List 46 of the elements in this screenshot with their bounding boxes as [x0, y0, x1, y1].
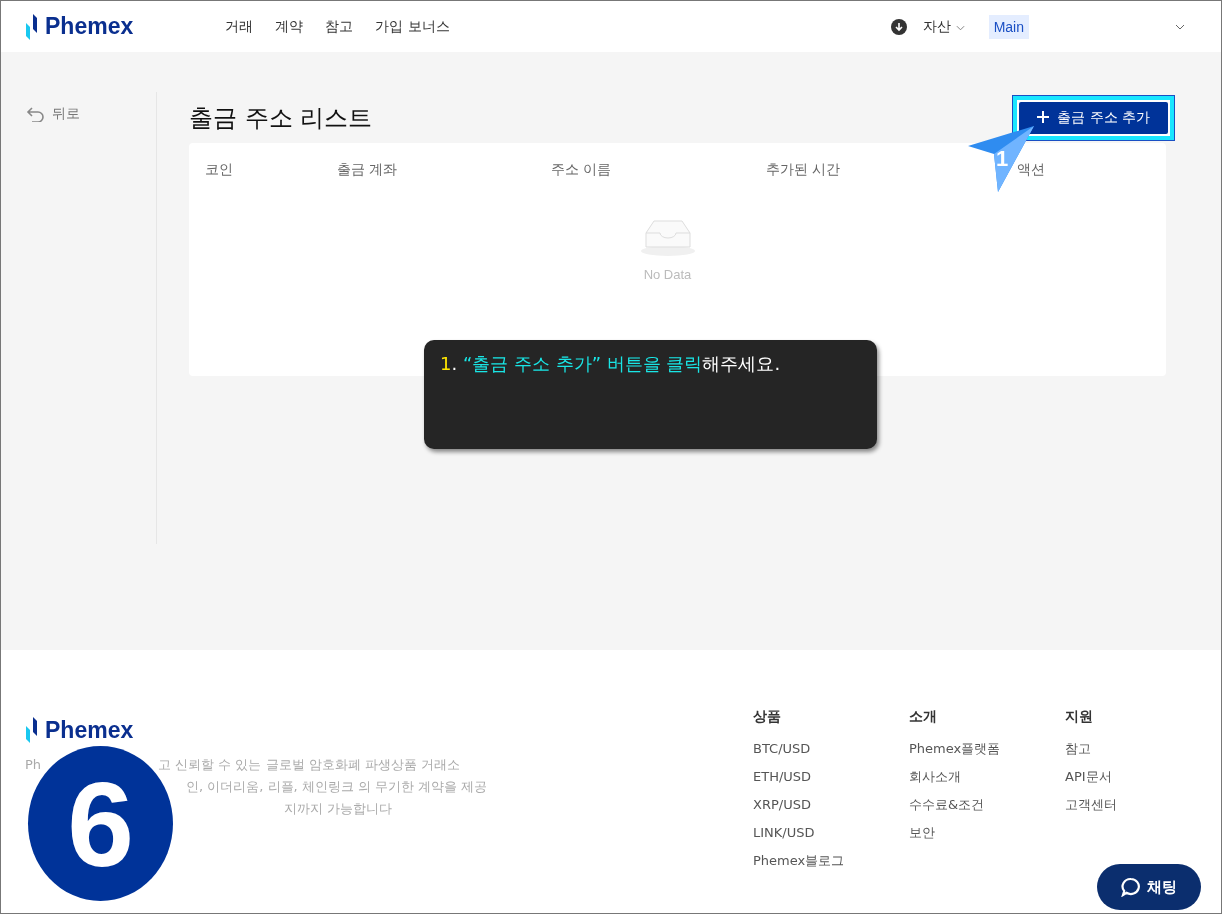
no-data-text: No Data [643, 267, 692, 282]
column-header: 코인 [205, 161, 234, 179]
logo-text: Phemex [45, 13, 134, 40]
nav-link[interactable]: 참고 [325, 17, 354, 36]
plus-icon [1036, 110, 1049, 123]
chevron-down-icon[interactable] [1175, 23, 1185, 30]
footer-link[interactable]: 참고 [1065, 739, 1221, 758]
footer-link[interactable]: 수수료&조건 [909, 795, 1065, 814]
download-icon[interactable] [891, 18, 908, 35]
instruction-text: 1. “출금 주소 추가” 버튼을 클릭해주세요. [440, 352, 782, 376]
logo-text: Phemex [45, 716, 134, 744]
logo-icon [25, 716, 39, 744]
footer-link[interactable]: API문서 [1065, 767, 1221, 786]
footer-link[interactable]: 고객센터 [1065, 795, 1221, 814]
chat-button[interactable]: 채팅 [1097, 864, 1201, 910]
empty-inbox-icon [639, 217, 696, 257]
description-text: 인, 이더리움, 리플, 체인링크 의 무기한 계약을 제공 [186, 778, 488, 796]
column-header: 주소 이름 [551, 161, 613, 179]
nav-link[interactable]: 가입 보너스 [375, 17, 450, 36]
description-text: 지까지 가능합니다 [284, 800, 393, 818]
footer-link[interactable]: Phemex플랫폼 [909, 739, 1065, 758]
footer-link[interactable]: 회사소개 [909, 767, 1065, 786]
nav-link[interactable]: 거래 [225, 17, 254, 36]
column-header: 추가된 시간 [766, 161, 842, 179]
add-address-button[interactable]: 출금 주소 추가 [1019, 101, 1168, 134]
assets-menu[interactable]: 자산 [923, 17, 965, 36]
page-title: 출금 주소 리스트 [189, 102, 373, 134]
footer-link[interactable]: ETH/USD [753, 767, 909, 786]
footer-link[interactable]: BTC/USD [753, 739, 909, 758]
chevron-down-icon [955, 24, 965, 31]
footer-link[interactable]: XRP/USD [753, 795, 909, 814]
footer-link[interactable]: LINK/USD [753, 823, 909, 842]
footer-link[interactable]: Phemex블로그 [753, 851, 909, 870]
logo-icon [25, 12, 39, 41]
footer-heading: 상품 [753, 708, 782, 726]
description-text: 고 신뢰할 수 있는 글로벌 암호화폐 파생상품 거래소 [158, 756, 460, 774]
description-text: Ph [25, 756, 43, 774]
back-link[interactable]: 뒤로 [26, 104, 80, 124]
account-badge[interactable]: Main [988, 14, 1029, 39]
chat-bubble-icon [1121, 877, 1141, 897]
footer-heading: 지원 [1065, 708, 1094, 726]
footer-heading: 소개 [909, 708, 938, 726]
column-header: 출금 계좌 [337, 161, 399, 179]
back-arrow-icon [26, 106, 46, 122]
nav-link[interactable]: 계약 [275, 17, 304, 36]
footer-link[interactable]: 보안 [909, 823, 1065, 842]
